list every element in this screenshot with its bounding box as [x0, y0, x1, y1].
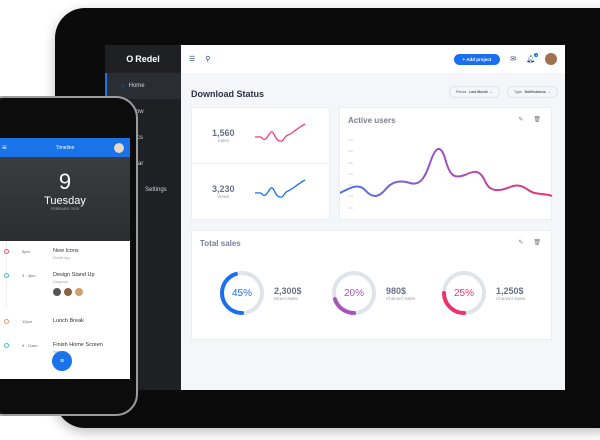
period-filter[interactable]: Period: Last Month ⌄: [449, 86, 500, 98]
trash-icon[interactable]: 🗑︎: [533, 239, 541, 246]
event-name: New Icons: [53, 248, 79, 254]
sales-label: Channel Sales: [386, 295, 416, 301]
donut-percent: 20%: [343, 287, 364, 299]
active-users-chart: [340, 148, 553, 197]
filter-value: Notifications: [524, 90, 546, 94]
chevron-down-icon: ⌄: [489, 90, 493, 94]
stat-value: 1,560: [212, 127, 235, 138]
avatar: [75, 288, 83, 296]
active-users-card: Active users ✎ 🗑︎ 700 600 500 400 300 200 100: [339, 107, 553, 220]
type-filter[interactable]: Type: Notifications ⌄: [507, 86, 558, 98]
timeline-event[interactable]: 5pm New Icons Mobile App: [0, 247, 130, 269]
page-title: Download Status: [191, 89, 265, 99]
event-time: 12pm: [22, 319, 33, 324]
logo-text: Redel: [135, 54, 160, 64]
phone-title: Timeline: [55, 144, 75, 151]
sales-donut: 20% 980$ Channel Sales: [330, 269, 415, 317]
stat-label: Sales: [217, 137, 229, 143]
event-dot: [4, 273, 9, 278]
sales-amount: 2,300$: [274, 285, 302, 296]
sales-sparkline: [254, 123, 305, 142]
sidebar-item-label: Home: [128, 83, 145, 89]
event-subtitle: Hangouts: [53, 280, 68, 284]
donut-percent: 45%: [231, 287, 252, 299]
search-icon[interactable]: ⚲: [205, 55, 210, 63]
day-number: 9: [58, 169, 72, 194]
content: Download Status Period: Last Month ⌄ Type:…: [181, 73, 565, 390]
menu-toggle-icon[interactable]: ☰: [189, 55, 195, 63]
sales-label: Channel Sales: [496, 295, 526, 301]
top-header: ☰ ⚲ + Add project ✉ 🔔︎ 1: [181, 45, 565, 73]
timeline: 5pm New Icons Mobile App 3 - 4pm Design Stan…: [0, 241, 130, 354]
avatar[interactable]: [114, 142, 124, 153]
bell-icon[interactable]: 🔔︎ 1: [526, 53, 538, 63]
edit-icon[interactable]: ✎: [518, 239, 523, 246]
filter-label: Type:: [514, 90, 523, 94]
notification-badge: 1: [534, 53, 538, 57]
stat-label: Views: [217, 193, 230, 199]
event-subtitle: Mobile App: [53, 256, 71, 260]
mail-icon[interactable]: ✉: [510, 55, 516, 63]
active-users-line: [340, 148, 553, 197]
timeline-event[interactable]: 3 - 4pm Design Stand Up Hangouts: [0, 271, 130, 296]
event-time: 3 - 4pm: [22, 273, 36, 278]
stats-card: 1,560 Sales 3,230 Views: [191, 107, 330, 220]
filter-fab[interactable]: ≡: [52, 351, 72, 371]
phone-screen: ≡ Timeline 9 Tuesday FEBRUARY 2015 5pm Ne…: [0, 138, 130, 379]
logo-icon: O: [126, 54, 134, 64]
logo: O Redel: [105, 45, 181, 73]
card-title: Total sales: [200, 239, 241, 248]
timeline-event[interactable]: 12pm Lunch Break: [0, 317, 130, 339]
attendees: [53, 288, 83, 296]
event-name: Lunch Break: [53, 318, 84, 324]
avatar: [53, 288, 61, 296]
views-sparkline: [254, 179, 305, 198]
donut-percent: 25%: [453, 287, 474, 299]
event-time: 5pm: [22, 249, 30, 254]
phone-header: ≡ Timeline: [0, 138, 130, 157]
avatar[interactable]: [545, 53, 557, 65]
weekday: Tuesday: [44, 195, 86, 207]
sidebar-item-label: Settings: [145, 187, 167, 193]
views-stat: 3,230 Views: [192, 164, 329, 220]
event-name: Design Stand Up: [53, 272, 95, 278]
date-hero: 9 Tuesday FEBRUARY 2015: [0, 157, 130, 241]
sales-stat: 1,560 Sales: [192, 108, 329, 164]
event-dot: [4, 319, 9, 324]
sales-amount: 1,250$: [496, 285, 524, 296]
filter-label: Period:: [456, 90, 468, 94]
event-dot: [4, 343, 9, 348]
filter-value: Last Month: [469, 90, 488, 94]
sales-donut: 45% 2,300$ Direct Sales: [218, 269, 302, 317]
stat-value: 3,230: [212, 183, 235, 194]
total-sales-card: Total sales ✎ 🗑︎ 45% 2,300$ Direct Sales 20%…: [191, 230, 552, 340]
hamburger-icon[interactable]: ≡: [2, 143, 7, 152]
home-icon: ⌂: [121, 83, 125, 89]
sales-label: Direct Sales: [274, 295, 299, 301]
event-name: Finish Home Screen: [53, 342, 103, 348]
month: FEBRUARY 2015: [51, 207, 79, 211]
event-time: 9 - 11am: [22, 343, 38, 348]
add-project-button[interactable]: + Add project: [453, 53, 501, 65]
dashboard-screen: ORedel ⌂Home Workflow Statistics Calenda…: [105, 45, 565, 390]
sales-amount: 980$: [386, 285, 407, 296]
chevron-down-icon: ⌄: [547, 90, 551, 94]
avatar: [64, 288, 72, 296]
sales-donut: 25% 1,250$ Channel Sales: [440, 269, 525, 317]
event-dot: [4, 249, 9, 254]
